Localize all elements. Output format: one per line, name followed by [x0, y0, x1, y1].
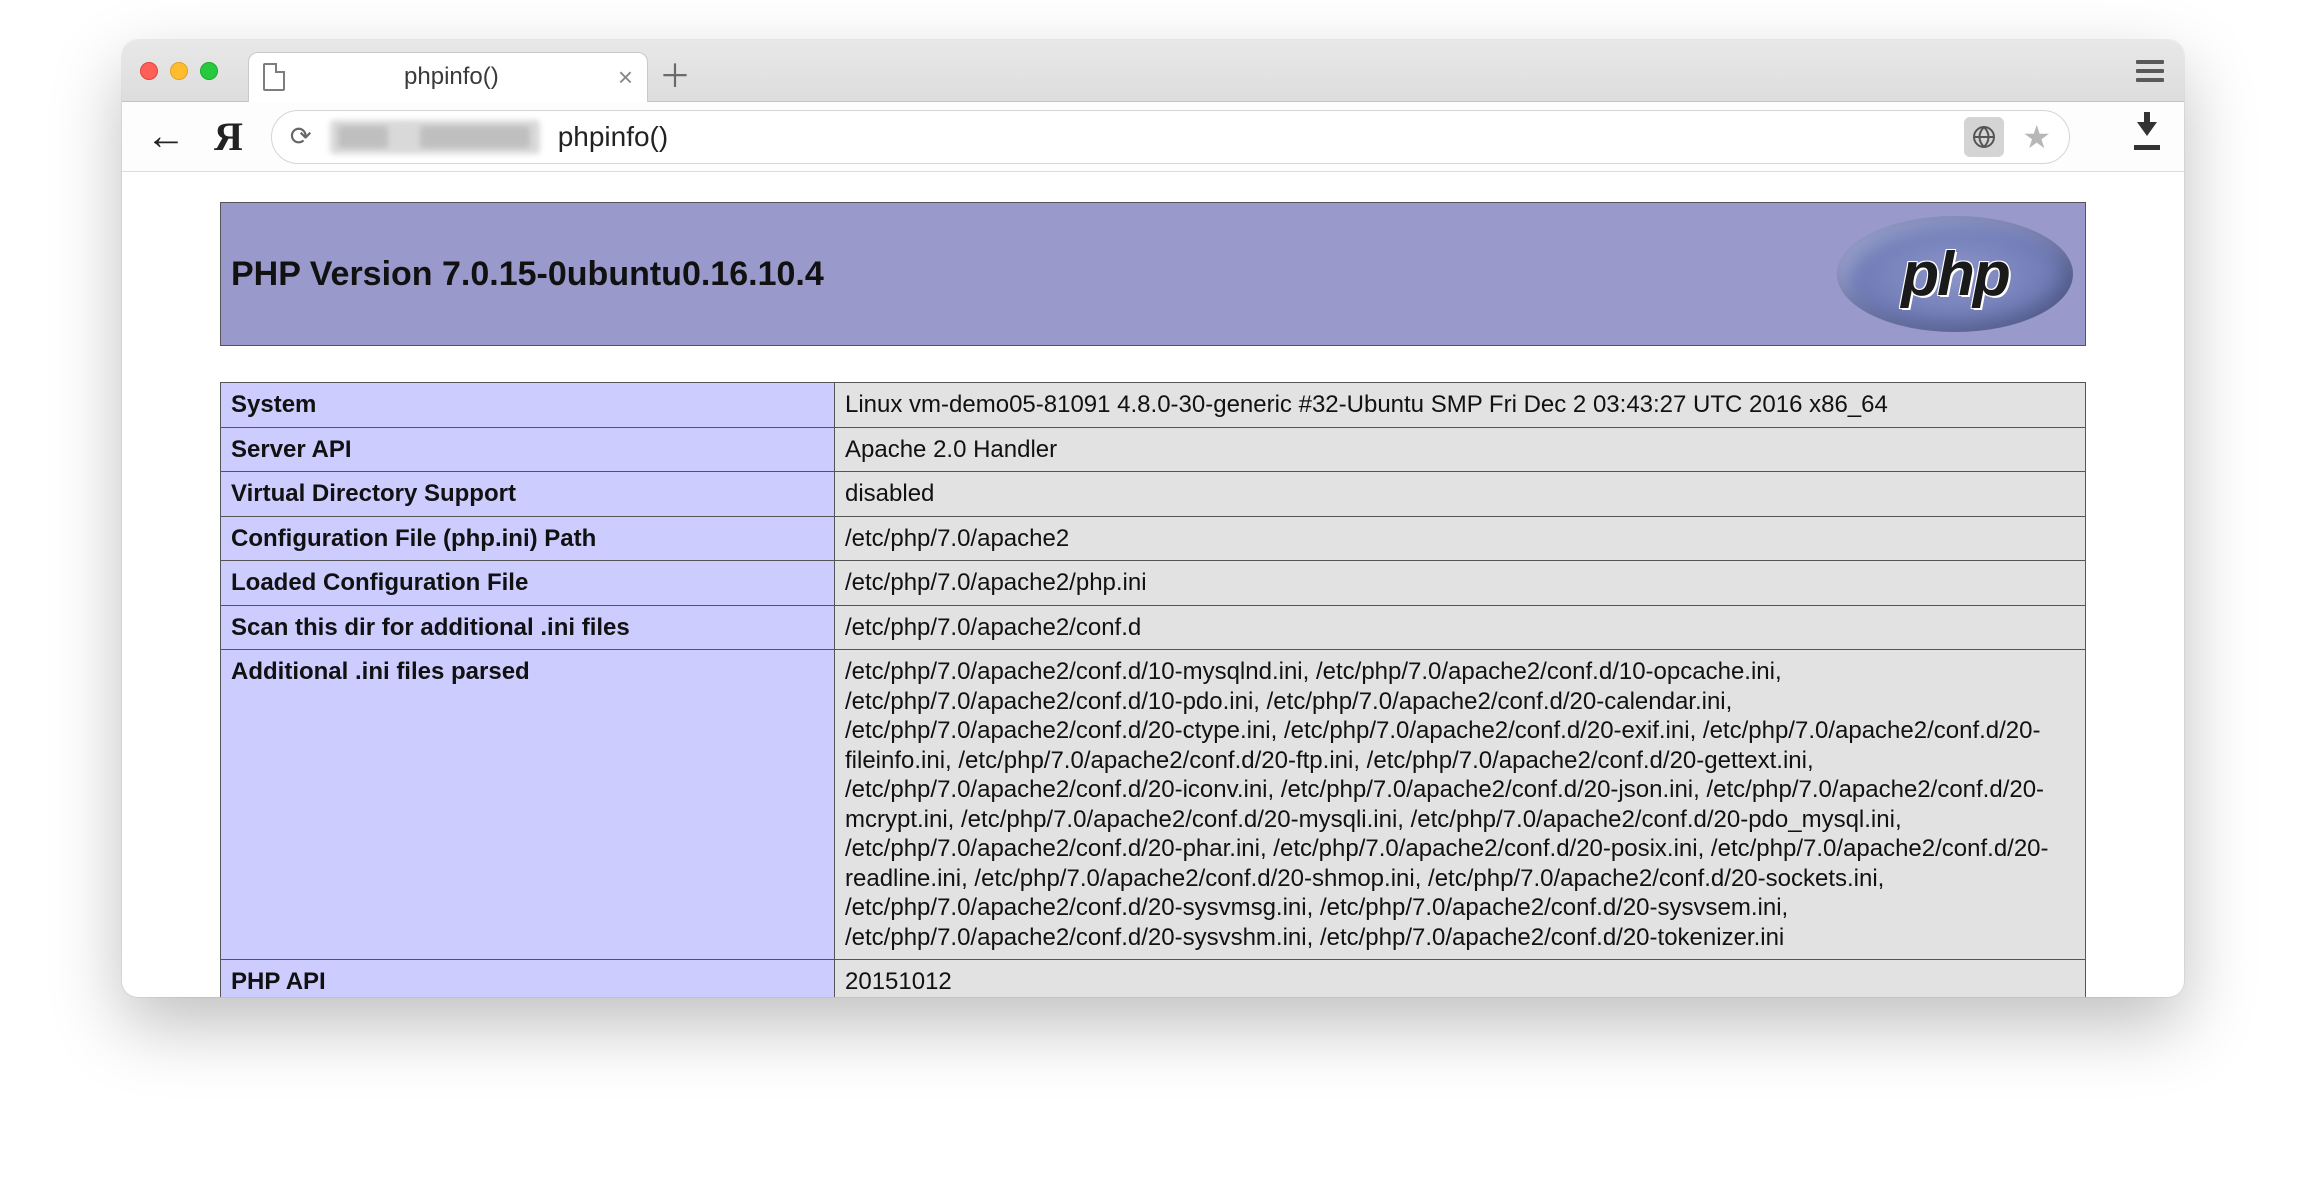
maximize-window-button[interactable]: [200, 62, 218, 80]
config-value: 20151012: [835, 960, 2086, 997]
table-row: Scan this dir for additional .ini files/…: [221, 605, 2086, 650]
omnibox-text: phpinfo(): [558, 121, 1947, 153]
browser-tab[interactable]: phpinfo() ×: [248, 52, 648, 102]
config-value: Linux vm-demo05-81091 4.8.0-30-generic #…: [835, 383, 2086, 428]
window-controls: [140, 62, 218, 80]
page-favicon-icon: [263, 63, 285, 91]
reload-button[interactable]: ⟳: [290, 121, 312, 152]
table-row: Configuration File (php.ini) Path/etc/ph…: [221, 516, 2086, 561]
tab-title: phpinfo(): [299, 63, 604, 91]
table-row: Virtual Directory Supportdisabled: [221, 472, 2086, 517]
close-window-button[interactable]: [140, 62, 158, 80]
browser-menu-button[interactable]: [2136, 60, 2164, 82]
config-key: System: [221, 383, 835, 428]
config-value: /etc/php/7.0/apache2/conf.d/10-mysqlnd.i…: [835, 650, 2086, 960]
browser-window: phpinfo() × ＋ ← Я ⟳ phpinfo() ★: [122, 40, 2184, 997]
phpinfo-table: SystemLinux vm-demo05-81091 4.8.0-30-gen…: [220, 382, 2086, 997]
downloads-button[interactable]: [2134, 124, 2160, 150]
config-value: /etc/php/7.0/apache2: [835, 516, 2086, 561]
config-key: Loaded Configuration File: [221, 561, 835, 606]
table-row: SystemLinux vm-demo05-81091 4.8.0-30-gen…: [221, 383, 2086, 428]
bookmark-star-icon[interactable]: ★: [2022, 118, 2051, 156]
url-host-blurred: [330, 120, 540, 154]
nav-back-button[interactable]: ←: [146, 114, 186, 159]
translate-globe-icon[interactable]: [1964, 117, 2004, 157]
config-key: Server API: [221, 427, 835, 472]
page-content: PHP Version 7.0.15-0ubuntu0.16.10.4 php …: [122, 172, 2184, 997]
config-value: /etc/php/7.0/apache2/php.ini: [835, 561, 2086, 606]
config-value: disabled: [835, 472, 2086, 517]
new-tab-button[interactable]: ＋: [660, 59, 690, 89]
table-row: Server APIApache 2.0 Handler: [221, 427, 2086, 472]
omnibox-right: ★: [1964, 117, 2051, 157]
minimize-window-button[interactable]: [170, 62, 188, 80]
config-value: /etc/php/7.0/apache2/conf.d: [835, 605, 2086, 650]
table-row: PHP API20151012: [221, 960, 2086, 997]
config-key: Scan this dir for additional .ini files: [221, 605, 835, 650]
php-logo-text: php: [1901, 239, 2009, 310]
php-logo-icon: php: [1837, 216, 2073, 332]
config-key: Configuration File (php.ini) Path: [221, 516, 835, 561]
omnibox[interactable]: ⟳ phpinfo() ★: [271, 110, 2070, 164]
config-value: Apache 2.0 Handler: [835, 427, 2086, 472]
close-tab-button[interactable]: ×: [618, 64, 633, 90]
yandex-logo-icon[interactable]: Я: [214, 113, 243, 160]
table-row: Additional .ini files parsed/etc/php/7.0…: [221, 650, 2086, 960]
phpinfo-header: PHP Version 7.0.15-0ubuntu0.16.10.4 php: [220, 202, 2086, 346]
address-bar-row: ← Я ⟳ phpinfo() ★: [122, 102, 2184, 172]
titlebar: phpinfo() × ＋: [122, 40, 2184, 102]
config-key: PHP API: [221, 960, 835, 997]
php-version-heading: PHP Version 7.0.15-0ubuntu0.16.10.4: [231, 255, 824, 294]
table-row: Loaded Configuration File/etc/php/7.0/ap…: [221, 561, 2086, 606]
config-key: Additional .ini files parsed: [221, 650, 835, 960]
config-key: Virtual Directory Support: [221, 472, 835, 517]
